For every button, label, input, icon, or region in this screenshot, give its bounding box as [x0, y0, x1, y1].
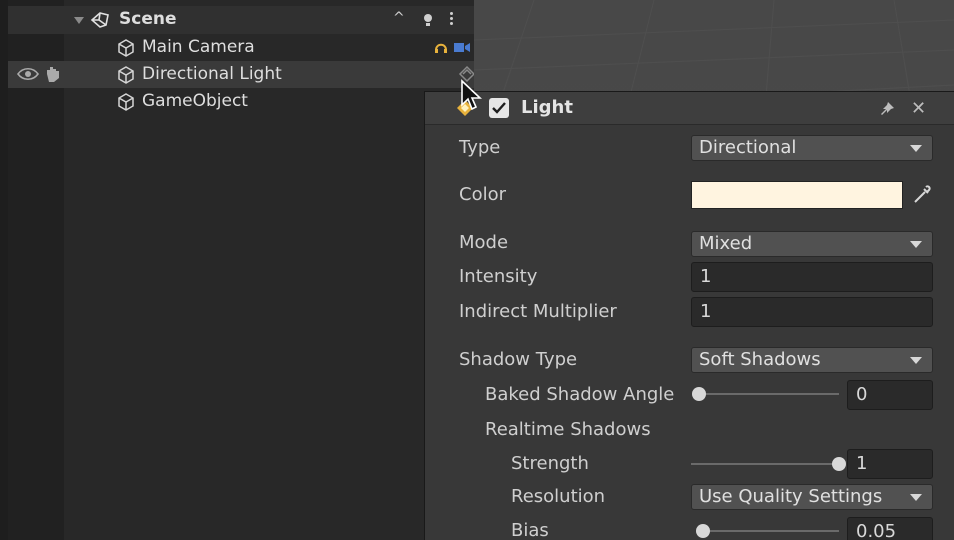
indirect-multiplier-field[interactable]: 1 — [691, 297, 933, 327]
more-options-icon[interactable] — [449, 10, 455, 30]
pickable-hand-icon[interactable] — [44, 66, 62, 83]
dropdown-arrow-icon — [910, 241, 922, 248]
shadow-type-label: Shadow Type — [459, 349, 578, 370]
checkmark-icon — [492, 102, 506, 114]
scene-row[interactable]: Scene ^ — [8, 6, 474, 34]
hierarchy-item-label: Directional Light — [142, 64, 282, 84]
strength-field[interactable]: 1 — [847, 449, 933, 479]
mode-value: Mixed — [699, 233, 753, 254]
dropdown-arrow-icon — [910, 357, 922, 364]
shadow-type-dropdown[interactable]: Soft Shadows — [691, 347, 933, 373]
caret-up-icon[interactable]: ^ — [393, 10, 405, 26]
indirect-multiplier-label: Indirect Multiplier — [459, 301, 617, 322]
gameobject-cube-icon — [118, 39, 134, 57]
strength-value: 1 — [856, 453, 868, 474]
bias-value: 0.05 — [856, 521, 897, 540]
bias-slider-handle[interactable] — [695, 524, 710, 538]
pin-icon[interactable] — [879, 101, 895, 117]
popup-header: Light ✕ — [425, 92, 954, 125]
hierarchy-item-label: GameObject — [142, 91, 248, 111]
hierarchy-item-label: Main Camera — [142, 37, 255, 57]
color-label: Color — [459, 184, 506, 205]
hierarchy-item-directional-light[interactable]: Directional Light — [8, 61, 474, 88]
scene-title: Scene — [119, 9, 177, 29]
dropdown-arrow-icon — [910, 145, 922, 152]
indirect-multiplier-value: 1 — [700, 301, 712, 322]
intensity-label: Intensity — [459, 266, 538, 287]
camera-icon — [454, 43, 470, 52]
hierarchy-panel: Scene ^ Main Camera Directional Light Ga… — [8, 0, 474, 540]
dropdown-arrow-icon — [910, 494, 922, 501]
shadow-type-value: Soft Shadows — [699, 349, 821, 370]
baked-shadow-angle-label: Baked Shadow Angle — [485, 384, 675, 405]
baked-angle-slider-handle[interactable] — [692, 387, 706, 401]
mouse-cursor-icon — [461, 79, 483, 111]
baked-angle-slider-track[interactable] — [699, 393, 839, 395]
bias-slider-track[interactable] — [699, 530, 839, 532]
intensity-value: 1 — [700, 266, 712, 287]
mode-dropdown[interactable]: Mixed — [691, 231, 933, 257]
hierarchy-item-gameobject[interactable]: GameObject — [8, 88, 474, 115]
strength-slider-handle[interactable] — [832, 457, 846, 471]
color-field[interactable] — [691, 181, 903, 209]
audio-listener-icon — [435, 43, 447, 53]
light-component-popup: Light ✕ Type Directional Color Mode Mixe… — [424, 91, 954, 540]
visibility-eye-icon[interactable] — [17, 67, 39, 81]
resolution-label: Resolution — [511, 486, 606, 507]
expand-arrow-icon[interactable] — [74, 17, 84, 24]
enabled-checkbox[interactable] — [489, 98, 509, 118]
type-label: Type — [459, 137, 501, 158]
mode-label: Mode — [459, 232, 509, 253]
baked-angle-value: 0 — [856, 384, 868, 405]
gameobject-cube-icon — [118, 93, 134, 111]
type-dropdown[interactable]: Directional — [691, 135, 933, 161]
resolution-dropdown[interactable]: Use Quality Settings — [691, 484, 933, 510]
popup-title: Light — [521, 97, 573, 118]
gameobject-cube-icon — [118, 66, 134, 84]
strength-slider-track[interactable] — [691, 463, 839, 465]
bias-label: Bias — [511, 520, 549, 540]
eyedropper-icon[interactable] — [907, 181, 935, 209]
intensity-field[interactable]: 1 — [691, 262, 933, 292]
realtime-shadows-label: Realtime Shadows — [485, 419, 651, 440]
unity-scene-icon — [90, 12, 109, 28]
hierarchy-item-main-camera[interactable]: Main Camera — [8, 34, 474, 61]
resolution-value: Use Quality Settings — [699, 486, 883, 507]
strength-label: Strength — [511, 453, 589, 474]
bulb-icon[interactable] — [421, 12, 435, 28]
type-value: Directional — [699, 137, 797, 158]
close-icon[interactable]: ✕ — [911, 98, 926, 119]
baked-angle-field[interactable]: 0 — [847, 380, 933, 410]
bias-field[interactable]: 0.05 — [847, 517, 933, 540]
